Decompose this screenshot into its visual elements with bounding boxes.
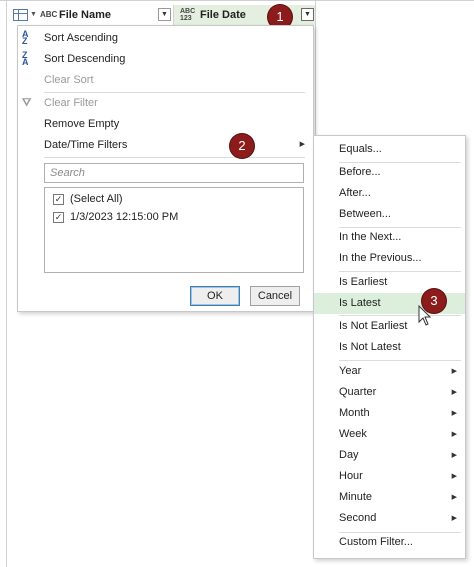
type-icon-bottom: 123 [180,15,192,22]
submenu-item-label: Equals... [339,143,382,155]
submenu-item-is-not-earliest[interactable]: Is Not Earliest [314,316,465,337]
menu-item-remove-empty[interactable]: Remove Empty [18,114,313,134]
submenu-item-label: Is Earliest [339,276,388,288]
search-input[interactable]: Search [44,163,304,183]
submenu-item-between[interactable]: Between... [314,204,465,225]
submenu-item-minute[interactable]: Minute ▶ [314,487,465,508]
chevron-right-icon: ▶ [451,473,457,480]
menu-item-label: Clear Sort [44,74,94,86]
checkbox-select-all[interactable]: ✓ [53,194,64,205]
menu-item-label: Remove Empty [44,118,120,130]
submenu-item-label: Minute [339,491,373,503]
menu-separator [44,157,305,158]
menu-item-label: Date/Time Filters [44,139,128,151]
chevron-right-icon: ▶ [451,515,457,522]
left-border [6,0,7,567]
chevron-right-icon: ▶ [451,494,457,501]
column-filter-dropdown-file-date[interactable]: ▼ [301,8,314,21]
chevron-right-icon: ▶ [451,410,457,417]
checkbox-value[interactable]: ✓ [53,212,64,223]
menu-item-clear-sort[interactable]: Clear Sort [18,70,313,90]
submenu-item-after[interactable]: After... [314,183,465,204]
column-header-file-date[interactable]: ABC 123 File Date ▼ [174,5,315,25]
submenu-item-label: Is Not Earliest [339,320,408,332]
submenu-item-before[interactable]: Before... [314,162,465,183]
column-title-file-name: File Name [59,9,111,21]
grid-divider [315,0,316,135]
submenu-item-label: Between... [339,208,391,220]
submenu-item-second[interactable]: Second ▶ [314,508,465,529]
clear-filter-icon: ⛛ [22,97,32,109]
menu-item-sort-descending[interactable]: ZA Sort Descending [18,49,313,69]
ok-button[interactable]: OK [190,286,240,306]
submenu-item-label: In the Next... [339,231,402,243]
submenu-item-week[interactable]: Week ▶ [314,424,465,445]
column-filter-menu: AZ Sort Ascending ZA Sort Descending Cle… [17,25,314,312]
submenu-item-is-earliest[interactable]: Is Earliest [314,272,465,293]
sort-ascending-icon: AZ [22,29,29,46]
submenu-item-label: In the Previous... [339,252,422,264]
submenu-item-label: After... [339,187,371,199]
checklist-label: 1/3/2023 12:15:00 PM [70,211,179,223]
column-filter-dropdown-file-name[interactable]: ▼ [158,8,171,21]
submenu-item-label: Week [339,428,367,440]
column-title-file-date: File Date [200,9,246,21]
checklist-label: (Select All) [70,193,123,205]
step-badge-2: 2 [230,134,254,158]
submenu-item-month[interactable]: Month ▶ [314,403,465,424]
submenu-item-is-not-latest[interactable]: Is Not Latest [314,337,465,358]
submenu-item-day[interactable]: Day ▶ [314,445,465,466]
menu-item-datetime-filters[interactable]: Date/Time Filters ▶ [18,135,313,155]
type-icon-top: ABC [180,8,196,15]
submenu-item-custom-filter[interactable]: Custom Filter... [314,532,465,553]
table-icon[interactable] [13,9,28,21]
menu-item-label: Clear Filter [44,97,98,109]
menu-item-clear-filter[interactable]: ⛛ Clear Filter [18,93,313,113]
submenu-item-equals[interactable]: Equals... [314,139,465,160]
any-type-icon[interactable]: ABC 123 [180,8,195,22]
value-checklist: ✓ (Select All) ✓ 1/3/2023 12:15:00 PM [44,187,304,273]
chevron-right-icon: ▶ [451,452,457,459]
submenu-item-label: Is Latest [339,297,381,309]
chevron-right-icon: ▶ [299,141,305,148]
menu-item-sort-ascending[interactable]: AZ Sort Ascending [18,28,313,48]
submenu-item-label: Month [339,407,370,419]
datetime-filters-submenu: Equals... Before... After... Between... … [313,135,466,559]
chevron-right-icon: ▶ [451,431,457,438]
chevron-right-icon: ▶ [451,368,457,375]
submenu-item-quarter[interactable]: Quarter ▶ [314,382,465,403]
top-border [0,0,474,1]
column-header-file-name[interactable]: ▼ ABC File Name ▼ [7,5,174,25]
sort-descending-icon: ZA [22,50,29,67]
submenu-item-year[interactable]: Year ▶ [314,361,465,382]
submenu-item-label: Is Not Latest [339,341,401,353]
chevron-down-icon[interactable]: ▼ [30,11,37,18]
submenu-item-label: Year [339,365,362,377]
submenu-item-label: Hour [339,470,363,482]
menu-item-label: Sort Ascending [44,32,118,44]
submenu-item-label: Day [339,449,359,461]
submenu-item-label: Custom Filter... [339,536,413,548]
cancel-button[interactable]: Cancel [250,286,300,306]
menu-item-label: Sort Descending [44,53,126,65]
submenu-item-in-the-next[interactable]: In the Next... [314,227,465,248]
text-type-icon[interactable]: ABC [40,11,57,19]
submenu-item-hour[interactable]: Hour ▶ [314,466,465,487]
submenu-item-label: Before... [339,166,381,178]
submenu-item-in-the-previous[interactable]: In the Previous... [314,248,465,269]
chevron-right-icon: ▶ [451,389,457,396]
submenu-item-label: Second [339,512,377,524]
submenu-item-label: Quarter [339,386,377,398]
mouse-pointer-icon [418,305,432,326]
